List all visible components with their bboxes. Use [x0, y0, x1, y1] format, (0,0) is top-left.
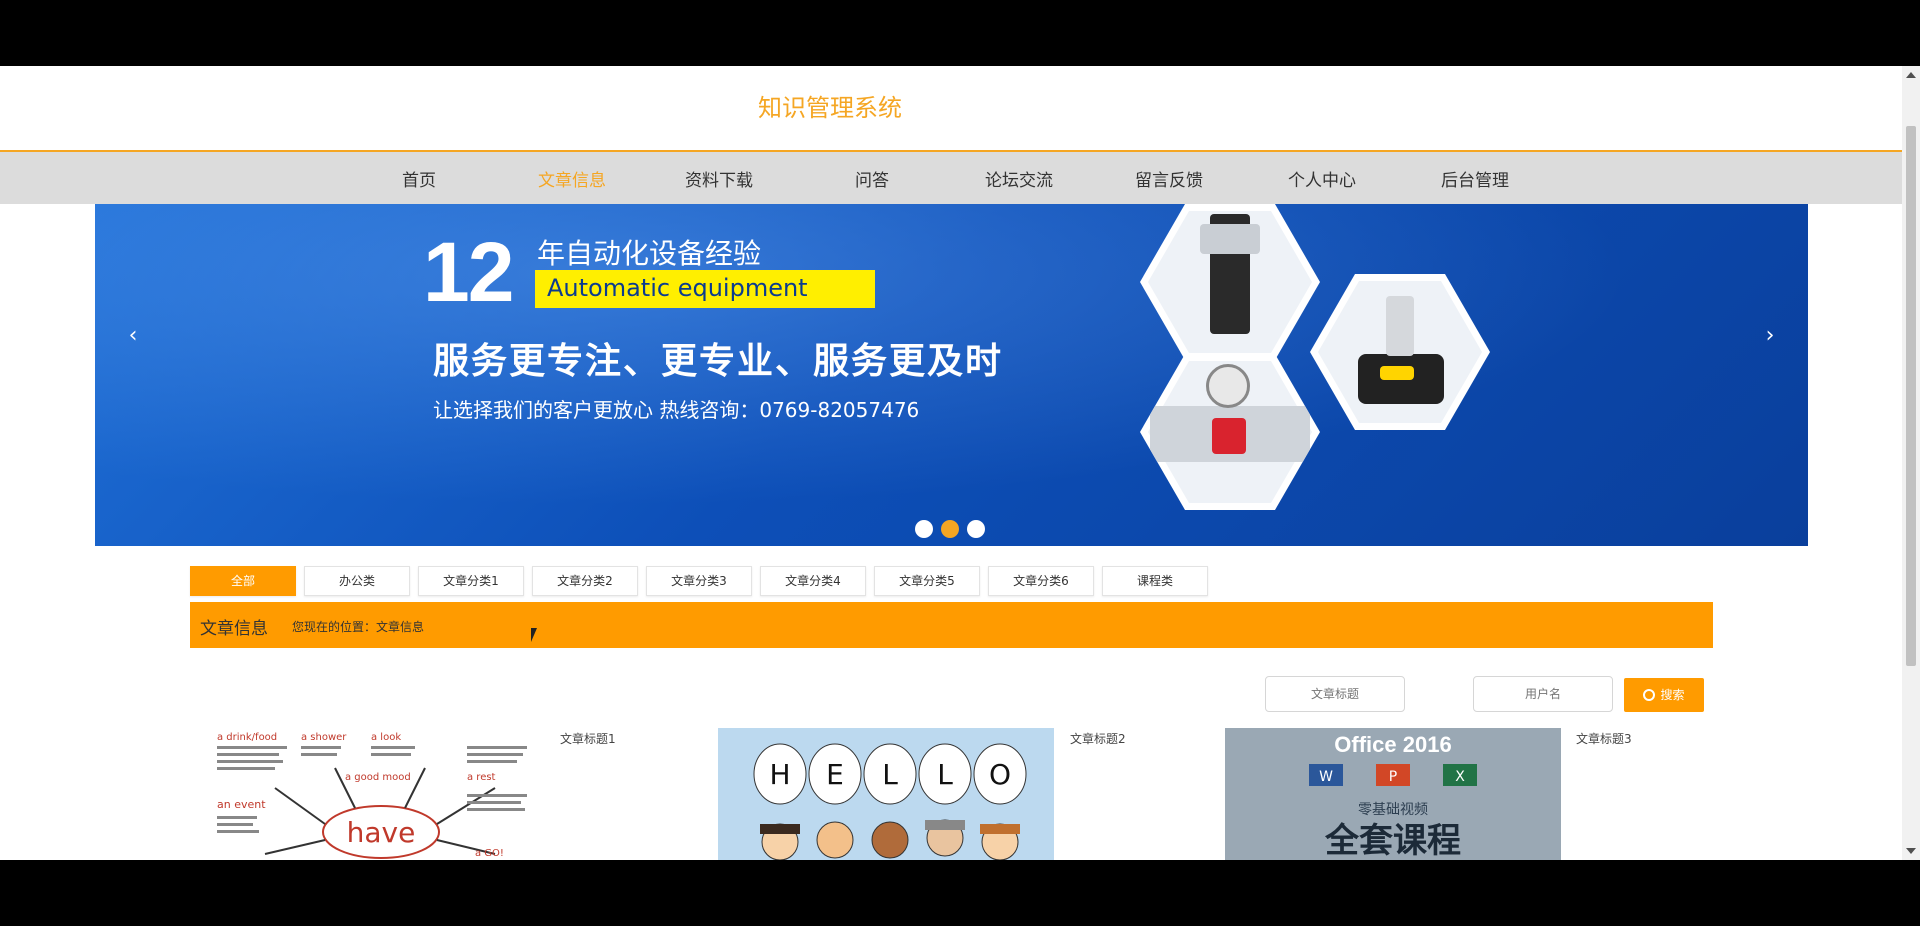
svg-text:P: P [1389, 769, 1397, 785]
banner-dot-active[interactable] [941, 520, 959, 538]
svg-text:a look: a look [371, 732, 401, 743]
username-search-input[interactable] [1473, 676, 1613, 712]
search-button-label: 搜索 [1660, 688, 1685, 702]
mouse-cursor [531, 628, 537, 642]
category-tab-office[interactable]: 办公类 [304, 566, 410, 596]
svg-text:an event: an event [217, 798, 266, 811]
banner-prev-arrow[interactable]: ‹ [115, 318, 151, 354]
category-tab-5[interactable]: 文章分类5 [874, 566, 980, 596]
office-course-image: Office 2016 W P X 零基础视频 全套课程 [1309, 732, 1477, 860]
search-button[interactable]: 搜索 [1624, 678, 1704, 712]
svg-text:a shower: a shower [301, 732, 347, 743]
search-icon [1643, 689, 1656, 701]
main-nav: 首页 文章信息 资料下载 问答 论坛交流 留言反馈 个人中心 后台管理 [0, 150, 1902, 204]
svg-text:a drink/food: a drink/food [217, 732, 277, 743]
article-thumbnail[interactable]: H E L L O [718, 728, 1054, 860]
banner-dot[interactable] [967, 520, 985, 538]
category-tab-3[interactable]: 文章分类3 [646, 566, 752, 596]
breadcrumb: 您现在的位置：文章信息 [292, 620, 425, 634]
article-title[interactable]: 文章标题2 [1070, 730, 1126, 747]
category-tab-course[interactable]: 课程类 [1102, 566, 1208, 596]
banner-dot[interactable] [915, 520, 933, 538]
svg-text:have: have [347, 816, 416, 849]
banner-years-number: 12 [423, 225, 514, 319]
banner-next-arrow[interactable]: › [1752, 318, 1788, 354]
article-title-search-input[interactable] [1265, 676, 1405, 712]
scroll-down-icon[interactable] [1906, 848, 1916, 854]
svg-text:L: L [882, 758, 898, 791]
article-thumbnail[interactable]: have a drink/food a shower a look an eve… [205, 728, 541, 860]
scrollbar-thumb[interactable] [1906, 126, 1916, 666]
browser-viewport: 知识管理系统 首页 文章信息 资料下载 问答 论坛交流 留言反馈 个人中心 后台… [0, 66, 1920, 860]
article-thumbnail[interactable]: Office 2016 W P X 零基础视频 全套课程 [1225, 728, 1561, 860]
category-tab-all[interactable]: 全部 [190, 566, 296, 596]
svg-text:a rest: a rest [467, 772, 496, 783]
svg-text:a GO!: a GO! [475, 848, 504, 859]
svg-text:H: H [769, 758, 790, 791]
svg-text:L: L [937, 758, 953, 791]
category-tab-6[interactable]: 文章分类6 [988, 566, 1094, 596]
svg-text:E: E [826, 758, 844, 791]
scroll-up-icon[interactable] [1906, 72, 1916, 78]
nav-item-profile[interactable]: 个人中心 [1288, 166, 1356, 191]
banner-english-tag: Automatic equipment [535, 270, 875, 308]
banner-hotline: 让选择我们的客户更放心 热线咨询：0769-82057476 [433, 398, 920, 422]
nav-item-admin[interactable]: 后台管理 [1441, 166, 1509, 191]
hello-kids-image: H E L L O [753, 743, 1027, 860]
nav-item-qa[interactable]: 问答 [855, 166, 889, 191]
category-tab-2[interactable]: 文章分类2 [532, 566, 638, 596]
svg-text:O: O [989, 758, 1011, 791]
article-title[interactable]: 文章标题3 [1576, 730, 1632, 747]
nav-item-downloads[interactable]: 资料下载 [685, 166, 753, 191]
svg-text:W: W [1319, 769, 1333, 785]
page: 知识管理系统 首页 文章信息 资料下载 问答 论坛交流 留言反馈 个人中心 后台… [0, 66, 1902, 860]
svg-text:X: X [1455, 769, 1465, 785]
svg-text:零基础视频: 零基础视频 [1358, 801, 1428, 818]
nav-item-feedback[interactable]: 留言反馈 [1135, 166, 1203, 191]
article-title[interactable]: 文章标题1 [560, 730, 616, 747]
category-tab-4[interactable]: 文章分类4 [760, 566, 866, 596]
banner-carousel[interactable]: 12 年自动化设备经验 Automatic equipment 服务更专注、更专… [95, 204, 1808, 546]
svg-text:a good mood: a good mood [345, 772, 411, 783]
banner-pagination [915, 520, 993, 538]
section-header: 文章信息 您现在的位置：文章信息 [190, 602, 1713, 648]
svg-text:全套课程: 全套课程 [1324, 821, 1461, 860]
have-mindmap-image: have a drink/food a shower a look an eve… [217, 732, 527, 859]
banner-years-text: 年自动化设备经验 [537, 237, 762, 270]
category-tab-1[interactable]: 文章分类1 [418, 566, 524, 596]
nav-item-home[interactable]: 首页 [402, 166, 436, 191]
section-title: 文章信息 [200, 619, 268, 639]
site-title: 知识管理系统 [758, 95, 902, 122]
nav-item-forum[interactable]: 论坛交流 [985, 166, 1053, 191]
page-scrollbar[interactable] [1902, 66, 1920, 860]
svg-text:Office 2016: Office 2016 [1334, 732, 1451, 757]
nav-item-articles[interactable]: 文章信息 [538, 166, 606, 191]
banner-slogan: 服务更专注、更专业、服务更及时 [433, 341, 1004, 382]
